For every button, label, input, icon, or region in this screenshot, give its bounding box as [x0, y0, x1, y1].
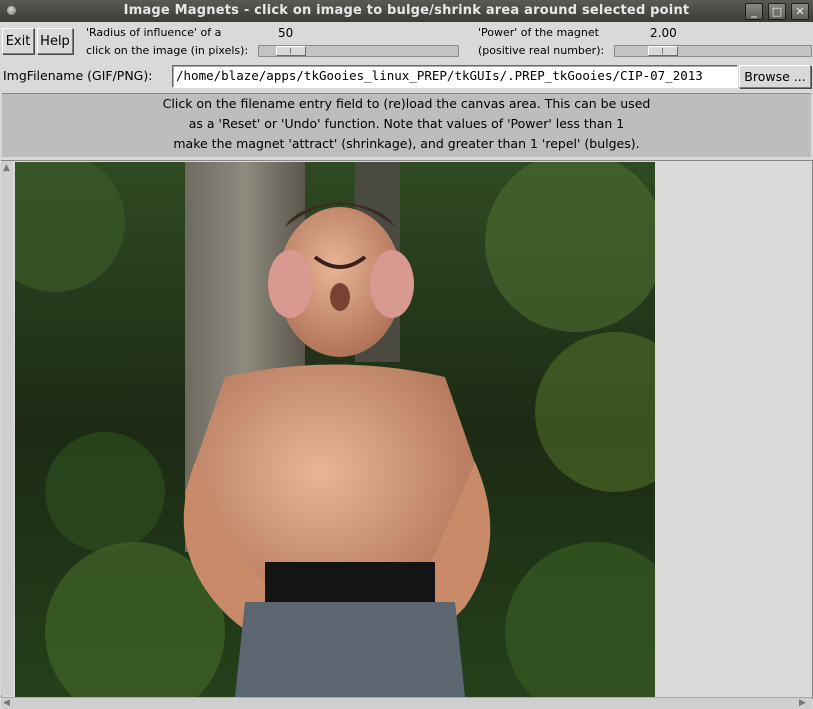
browse-button[interactable]: Browse ... [739, 65, 811, 88]
photo-icon[interactable] [15, 162, 655, 697]
title-bar[interactable]: Image Magnets - click on image to bulge/… [0, 0, 813, 22]
message-line-1: Click on the filename entry field to (re… [162, 96, 651, 111]
power-value: 2.00 [650, 26, 677, 40]
vertical-scrollbar[interactable]: ▲ [1, 161, 13, 695]
message-line-2: as a 'Reset' or 'Undo' function. Note th… [188, 116, 625, 131]
image-canvas[interactable] [15, 162, 655, 697]
help-button[interactable]: Help [37, 28, 73, 54]
power-slider[interactable] [614, 45, 812, 57]
filename-entry[interactable]: /home/blaze/apps/tkGooies_linux_PREP/tkG… [172, 65, 738, 88]
radius-label-line2: click on the image (in pixels): [86, 44, 249, 57]
exit-button[interactable]: Exit [2, 28, 34, 54]
scroll-left-icon[interactable]: ◀ [3, 698, 10, 708]
filename-label: ImgFilename (GIF/PNG): [3, 68, 153, 83]
scroll-up-icon[interactable]: ▲ [3, 163, 10, 173]
radius-value: 50 [278, 26, 294, 40]
radius-label-line1: 'Radius of influence' of a [86, 26, 222, 39]
close-button[interactable]: ✕ [791, 3, 809, 20]
scroll-right-icon[interactable]: ▶ [799, 698, 806, 708]
horizontal-scrollbar[interactable]: ◀ ▶ [1, 697, 812, 709]
instructions-message: Click on the filename entry field to (re… [2, 93, 811, 157]
power-label-line2: (positive real number): [478, 44, 605, 57]
message-line-3: make the magnet 'attract' (shrinkage), a… [173, 136, 640, 151]
power-label-line1: 'Power' of the magnet [478, 26, 599, 39]
radius-slider[interactable] [258, 45, 459, 57]
minimize-button[interactable]: _ [745, 3, 763, 20]
power-slider-thumb[interactable] [648, 46, 678, 56]
window-title: Image Magnets - click on image to bulge/… [123, 3, 690, 18]
radius-slider-thumb[interactable] [276, 46, 306, 56]
maximize-button[interactable]: □ [768, 3, 786, 20]
